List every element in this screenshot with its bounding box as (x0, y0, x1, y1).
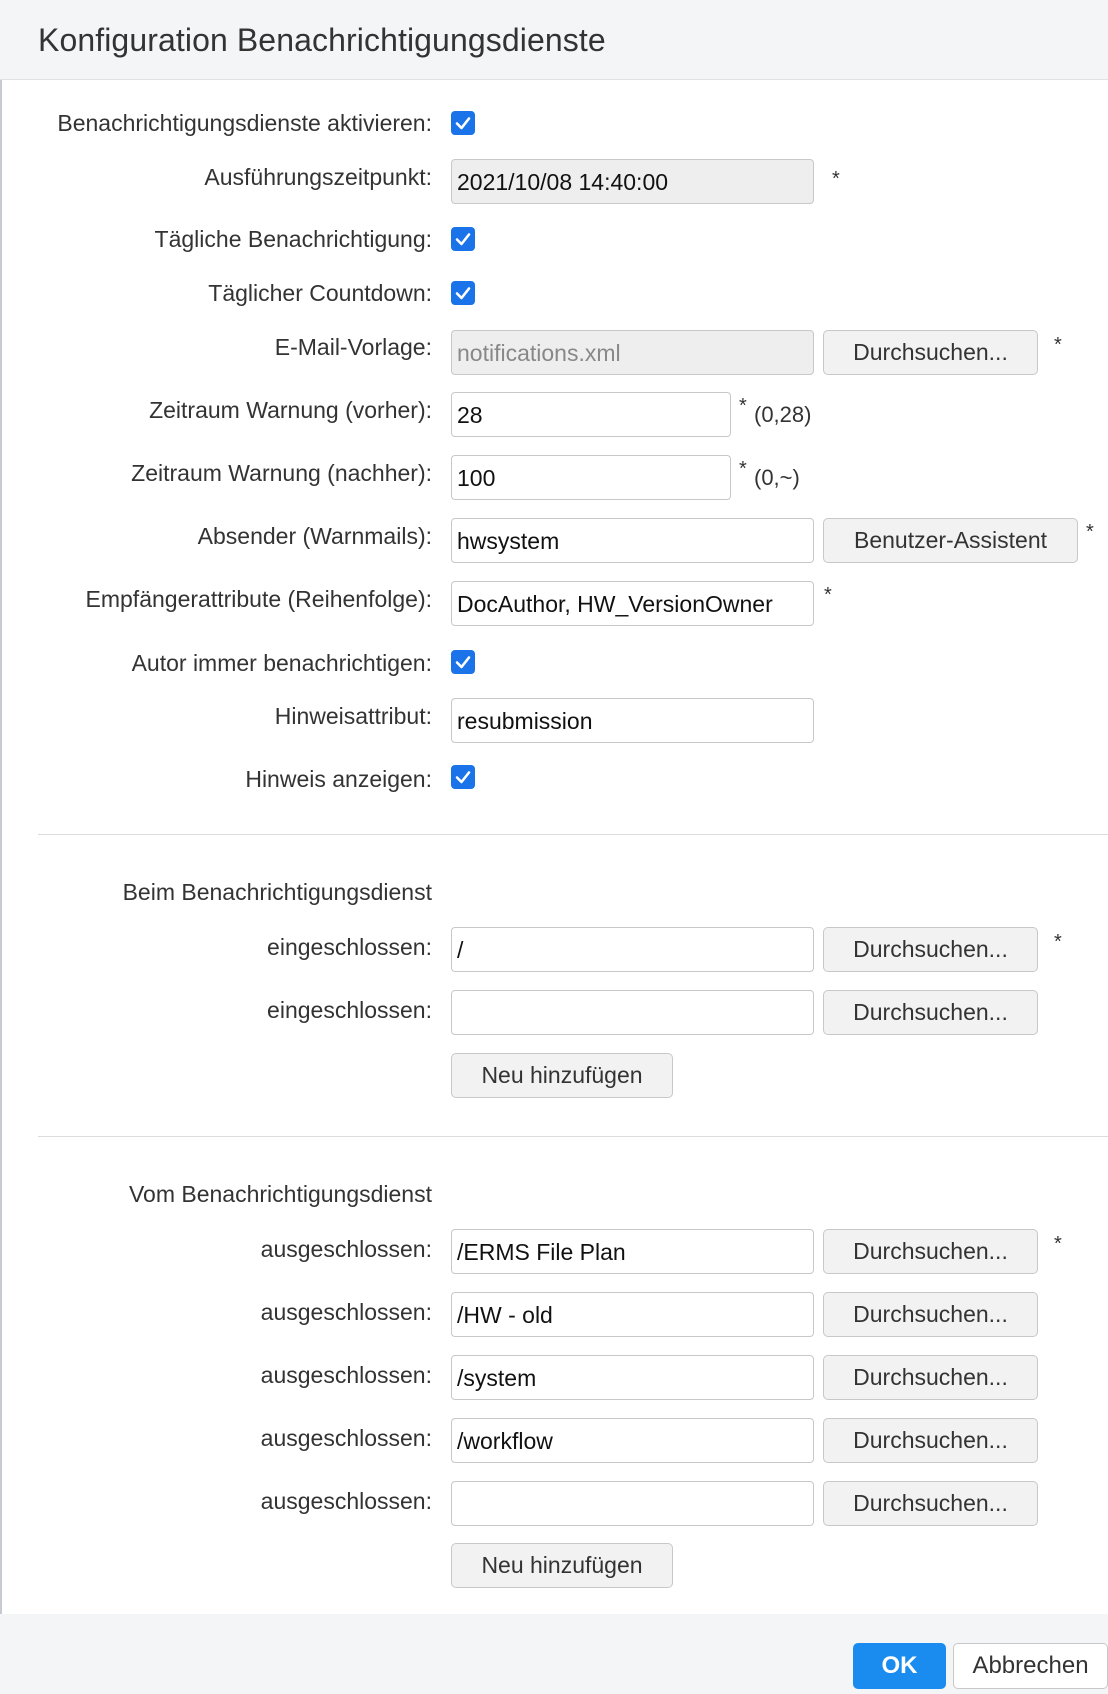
ok-button[interactable]: OK (853, 1643, 946, 1689)
cancel-button[interactable]: Abbrechen (953, 1643, 1108, 1689)
daily-notification-label: Tägliche Benachrichtigung: (154, 226, 432, 252)
activate-checkbox[interactable] (451, 111, 475, 135)
dialog-header: Konfiguration Benachrichtigungsdienste (0, 0, 1108, 80)
required-marker: * (1054, 1233, 1062, 1255)
excluded-path-field[interactable]: /ERMS File Plan (451, 1229, 814, 1274)
hint-attribute-field[interactable]: resubmission (451, 698, 814, 743)
excluded-path-field[interactable]: /HW - old (451, 1292, 814, 1337)
recipient-attributes-field[interactable]: DocAuthor, HW_VersionOwner (451, 581, 814, 626)
warning-before-range: (0,28) (754, 402, 812, 427)
required-marker: * (1054, 334, 1062, 356)
excluded-label: ausgeschlossen: (260, 1299, 432, 1325)
excluded-label: ausgeschlossen: (260, 1236, 432, 1262)
excluded-label: ausgeschlossen: (260, 1425, 432, 1451)
dialog-left-border (0, 0, 2, 1694)
required-marker: * (832, 168, 840, 190)
checkmark-icon (455, 656, 471, 669)
included-section-title: Beim Benachrichtigungsdienst (122, 879, 432, 905)
excluded-section-title: Vom Benachrichtigungsdienst (128, 1181, 432, 1207)
always-notify-author-checkbox[interactable] (451, 650, 475, 674)
warning-before-label: Zeitraum Warnung (vorher): (149, 397, 432, 423)
excluded-path-field[interactable] (451, 1481, 814, 1526)
excluded-path-field[interactable]: /workflow (451, 1418, 814, 1463)
always-notify-author-label: Autor immer benachrichtigen: (131, 650, 432, 676)
excluded-browse-button[interactable]: Durchsuchen... (823, 1481, 1038, 1526)
checkmark-icon (455, 287, 471, 300)
user-wizard-button[interactable]: Benutzer-Assistent (823, 518, 1078, 563)
checkmark-icon (455, 117, 471, 130)
warning-before-field[interactable]: 28 (451, 392, 731, 437)
included-add-new-button[interactable]: Neu hinzufügen (451, 1053, 673, 1098)
excluded-add-new-button[interactable]: Neu hinzufügen (451, 1543, 673, 1588)
daily-countdown-label: Täglicher Countdown: (208, 280, 432, 306)
show-hint-checkbox[interactable] (451, 765, 475, 789)
show-hint-label: Hinweis anzeigen: (245, 766, 432, 792)
excluded-browse-button[interactable]: Durchsuchen... (823, 1229, 1038, 1274)
included-browse-button[interactable]: Durchsuchen... (823, 927, 1038, 972)
execution-time-label: Ausführungszeitpunkt: (204, 164, 432, 190)
warning-after-range: (0,~) (754, 465, 800, 490)
notification-config-dialog: Konfiguration Benachrichtigungsdienste B… (0, 0, 1108, 1694)
required-marker: * (739, 395, 747, 417)
included-label: eingeschlossen: (267, 997, 432, 1023)
section-divider (38, 1136, 1108, 1137)
recipient-attributes-label: Empfängerattribute (Reihenfolge): (85, 586, 432, 612)
sender-field[interactable]: hwsystem (451, 518, 814, 563)
sender-label: Absender (Warnmails): (197, 523, 432, 549)
email-template-browse-button[interactable]: Durchsuchen... (823, 330, 1038, 375)
daily-notification-checkbox[interactable] (451, 227, 475, 251)
excluded-label: ausgeschlossen: (260, 1488, 432, 1514)
excluded-label: ausgeschlossen: (260, 1362, 432, 1388)
excluded-browse-button[interactable]: Durchsuchen... (823, 1418, 1038, 1463)
dialog-title: Konfiguration Benachrichtigungsdienste (38, 22, 606, 58)
hint-attribute-label: Hinweisattribut: (274, 703, 432, 729)
activate-label: Benachrichtigungsdienste aktivieren: (57, 110, 432, 136)
section-divider (38, 834, 1108, 835)
required-marker: * (824, 584, 832, 606)
included-path-field[interactable] (451, 990, 814, 1035)
execution-time-field[interactable]: 2021/10/08 14:40:00 (451, 159, 814, 204)
included-browse-button[interactable]: Durchsuchen... (823, 990, 1038, 1035)
required-marker: * (739, 458, 747, 480)
excluded-path-field[interactable]: /system (451, 1355, 814, 1400)
required-marker: * (1054, 931, 1062, 953)
included-path-field[interactable]: / (451, 927, 814, 972)
required-marker: * (1086, 521, 1094, 543)
excluded-browse-button[interactable]: Durchsuchen... (823, 1355, 1038, 1400)
warning-after-label: Zeitraum Warnung (nachher): (131, 460, 432, 486)
checkmark-icon (455, 771, 471, 784)
email-template-label: E-Mail-Vorlage: (274, 334, 432, 360)
excluded-browse-button[interactable]: Durchsuchen... (823, 1292, 1038, 1337)
email-template-field[interactable]: notifications.xml (451, 330, 814, 375)
warning-after-field[interactable]: 100 (451, 455, 731, 500)
daily-countdown-checkbox[interactable] (451, 281, 475, 305)
checkmark-icon (455, 233, 471, 246)
included-label: eingeschlossen: (267, 934, 432, 960)
